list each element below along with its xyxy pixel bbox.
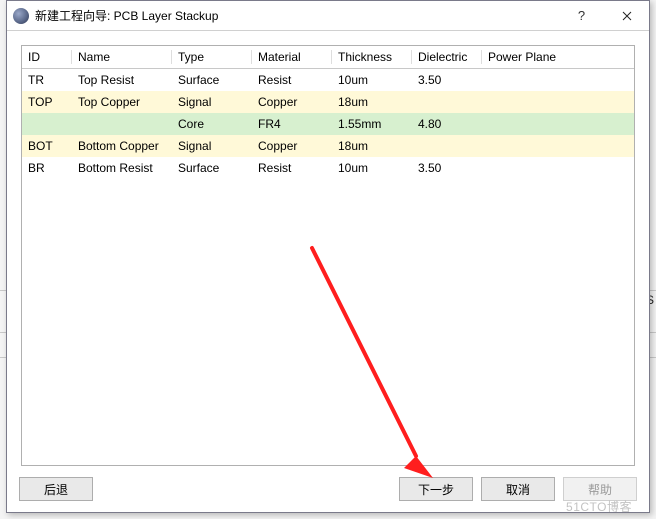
help-button[interactable]: ? — [559, 1, 604, 31]
cell-thickness[interactable]: 1.55mm — [332, 113, 412, 135]
cell-name[interactable] — [72, 113, 172, 135]
cell-type[interactable]: Signal — [172, 91, 252, 113]
back-button[interactable]: 后退 — [19, 477, 93, 501]
help-footer-button[interactable]: 帮助 — [563, 477, 637, 501]
cell-name[interactable]: Bottom Resist — [72, 157, 172, 179]
cell-dielectric[interactable]: 4.80 — [412, 113, 482, 135]
cell-dielectric[interactable] — [412, 91, 482, 113]
next-button[interactable]: 下一步 — [399, 477, 473, 501]
cell-powerplane[interactable] — [482, 135, 634, 157]
cell-powerplane[interactable] — [482, 113, 634, 135]
help-icon: ? — [578, 8, 585, 23]
cell-dielectric[interactable] — [412, 135, 482, 157]
wizard-dialog: 新建工程向导: PCB Layer Stackup ? ID Name — [6, 0, 650, 513]
cell-thickness[interactable]: 18um — [332, 91, 412, 113]
cell-thickness[interactable]: 18um — [332, 135, 412, 157]
cell-powerplane[interactable] — [482, 69, 634, 92]
cell-powerplane[interactable] — [482, 157, 634, 179]
cell-type[interactable]: Core — [172, 113, 252, 135]
table-row[interactable]: CoreFR41.55mm4.80 — [22, 113, 634, 135]
dialog-footer: 后退 下一步 取消 帮助 — [7, 472, 649, 512]
layer-stackup-table[interactable]: ID Name Type Material Thickness Dielectr… — [22, 46, 634, 179]
col-header-thickness[interactable]: Thickness — [332, 46, 412, 69]
cell-type[interactable]: Surface — [172, 157, 252, 179]
cell-thickness[interactable]: 10um — [332, 157, 412, 179]
table-header-row: ID Name Type Material Thickness Dielectr… — [22, 46, 634, 69]
table-row[interactable]: TRTop ResistSurfaceResist10um3.50 — [22, 69, 634, 92]
layer-stackup-table-wrap: ID Name Type Material Thickness Dielectr… — [21, 45, 635, 466]
cell-powerplane[interactable] — [482, 91, 634, 113]
cell-type[interactable]: Surface — [172, 69, 252, 92]
close-icon — [622, 11, 632, 21]
cell-thickness[interactable]: 10um — [332, 69, 412, 92]
cell-id[interactable] — [22, 113, 72, 135]
close-button[interactable] — [604, 1, 649, 31]
col-header-type[interactable]: Type — [172, 46, 252, 69]
col-header-id[interactable]: ID — [22, 46, 72, 69]
col-header-dielectric[interactable]: Dielectric — [412, 46, 482, 69]
dialog-content: ID Name Type Material Thickness Dielectr… — [7, 31, 649, 472]
app-icon — [13, 8, 29, 24]
cell-material[interactable]: Resist — [252, 157, 332, 179]
cell-id[interactable]: TR — [22, 69, 72, 92]
cell-id[interactable]: BR — [22, 157, 72, 179]
cell-id[interactable]: TOP — [22, 91, 72, 113]
cell-dielectric[interactable]: 3.50 — [412, 69, 482, 92]
col-header-material[interactable]: Material — [252, 46, 332, 69]
cell-type[interactable]: Signal — [172, 135, 252, 157]
window-title: 新建工程向导: PCB Layer Stackup — [35, 7, 218, 24]
titlebar: 新建工程向导: PCB Layer Stackup ? — [7, 1, 649, 31]
cell-name[interactable]: Bottom Copper — [72, 135, 172, 157]
col-header-powerplane[interactable]: Power Plane — [482, 46, 634, 69]
cell-material[interactable]: FR4 — [252, 113, 332, 135]
table-row[interactable]: BRBottom ResistSurfaceResist10um3.50 — [22, 157, 634, 179]
cell-name[interactable]: Top Resist — [72, 69, 172, 92]
table-row[interactable]: BOTBottom CopperSignalCopper18um — [22, 135, 634, 157]
cell-material[interactable]: Resist — [252, 69, 332, 92]
cell-id[interactable]: BOT — [22, 135, 72, 157]
table-row[interactable]: TOPTop CopperSignalCopper18um — [22, 91, 634, 113]
cell-material[interactable]: Copper — [252, 135, 332, 157]
col-header-name[interactable]: Name — [72, 46, 172, 69]
cell-material[interactable]: Copper — [252, 91, 332, 113]
cancel-button[interactable]: 取消 — [481, 477, 555, 501]
cell-dielectric[interactable]: 3.50 — [412, 157, 482, 179]
cell-name[interactable]: Top Copper — [72, 91, 172, 113]
